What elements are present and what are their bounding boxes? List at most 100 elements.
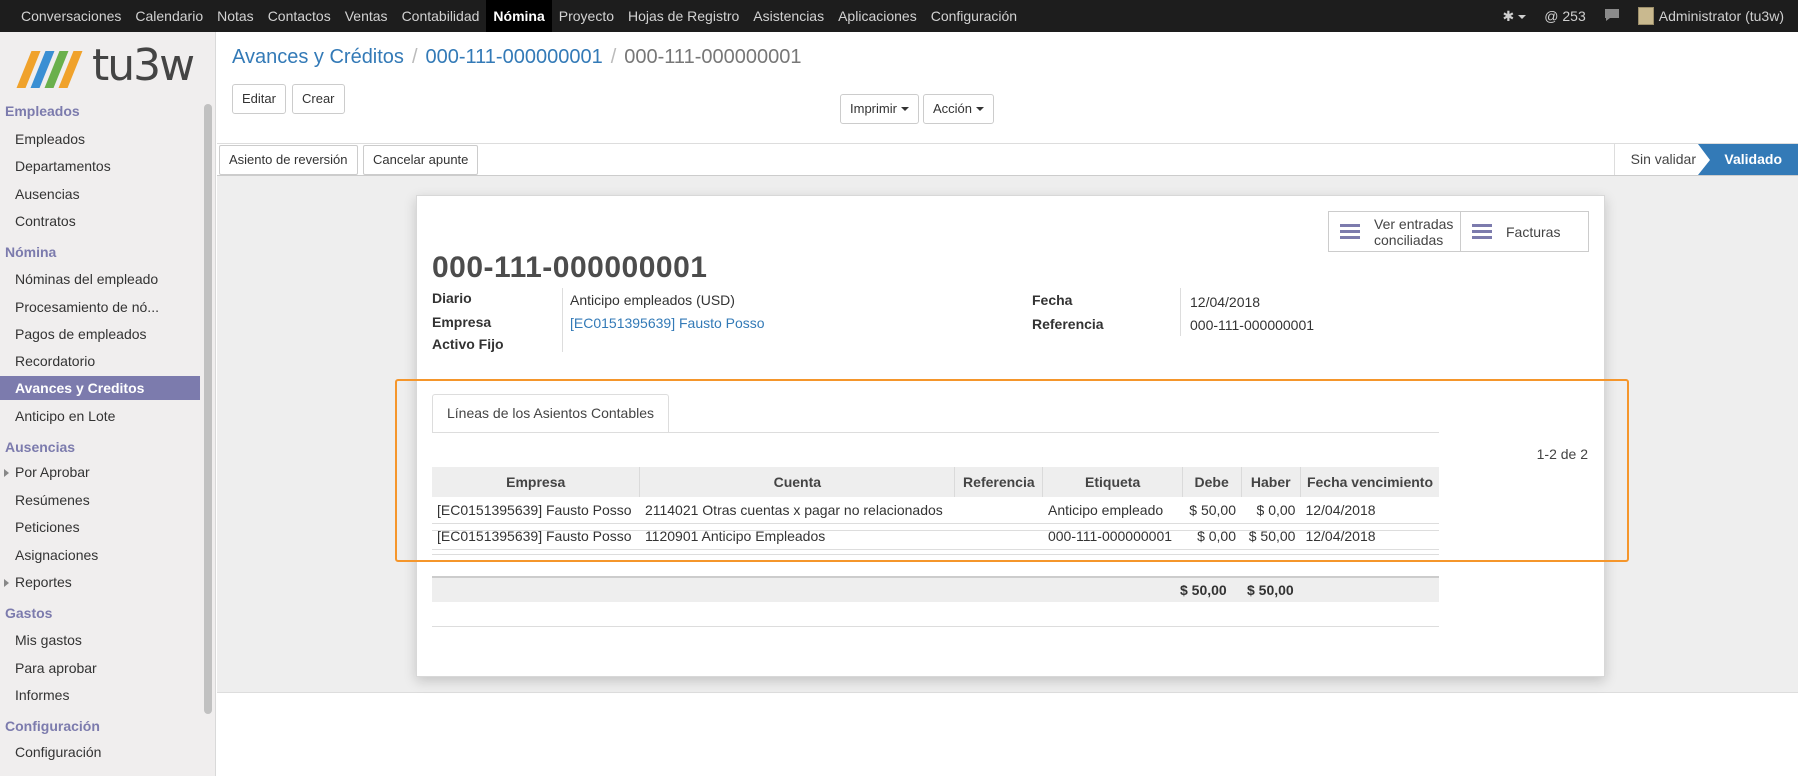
cell-referencia bbox=[954, 523, 1043, 550]
avatar bbox=[1637, 7, 1654, 25]
sidebar-item-nominas-empleado[interactable]: Nóminas del empleado bbox=[15, 271, 158, 287]
sidebar-item-asignaciones[interactable]: Asignaciones bbox=[15, 547, 98, 563]
empty-row bbox=[432, 530, 1439, 531]
reconciled-label-2: conciliadas bbox=[1374, 231, 1444, 248]
action-label: Acción bbox=[933, 101, 973, 116]
chevron-down-icon bbox=[1518, 14, 1527, 19]
breadcrumb-root[interactable]: Avances y Créditos bbox=[232, 46, 404, 68]
breadcrumb-separator: / bbox=[411, 46, 418, 68]
cell-debe: $ 0,00 bbox=[1182, 523, 1242, 550]
app-menu: Conversaciones Calendario Notas Contacto… bbox=[0, 0, 1024, 32]
cell-referencia bbox=[954, 497, 1043, 524]
menu-proyecto[interactable]: Proyecto bbox=[552, 0, 621, 32]
create-button[interactable]: Crear bbox=[292, 84, 345, 114]
table-header: Empresa Cuenta Referencia Etiqueta Debe … bbox=[432, 467, 1439, 497]
sidebar-item-pagos[interactable]: Pagos de empleados bbox=[15, 326, 147, 342]
menu-aplicaciones[interactable]: Aplicaciones bbox=[831, 0, 924, 32]
record-title: 000-111-000000001 bbox=[432, 251, 708, 284]
sidebar-item-configuracion[interactable]: Configuración bbox=[15, 744, 101, 760]
status-posted[interactable]: Validado bbox=[1698, 144, 1798, 175]
total-haber: $ 50,00 bbox=[1247, 582, 1294, 598]
menu-notas[interactable]: Notas bbox=[210, 0, 261, 32]
form-sheet: Ver entradas conciliadas Facturas 000-11… bbox=[416, 195, 1605, 677]
company-logo: tu3w bbox=[16, 40, 196, 92]
sidebar-item-por-aprobar[interactable]: Por Aprobar bbox=[15, 464, 90, 480]
sidebar-item-recordatorio[interactable]: Recordatorio bbox=[15, 353, 95, 369]
menu-asistencias[interactable]: Asistencias bbox=[746, 0, 831, 32]
menu-nomina[interactable]: Nómina bbox=[486, 0, 552, 32]
statusbar: Asiento de reversión Cancelar apunte Sin… bbox=[217, 144, 1798, 176]
cell-etiqueta: 000-111-000000001 bbox=[1042, 523, 1183, 550]
journal-lines-table: Empresa Cuenta Referencia Etiqueta Debe … bbox=[432, 467, 1439, 550]
menu-calendario[interactable]: Calendario bbox=[128, 0, 210, 32]
table-row[interactable]: [EC0151395639] Fausto Posso 1120901 Anti… bbox=[432, 523, 1439, 550]
reconciled-entries-button[interactable]: Ver entradas conciliadas bbox=[1329, 212, 1460, 251]
cell-haber: $ 50,00 bbox=[1241, 523, 1301, 550]
sidebar-item-empleados[interactable]: Empleados bbox=[15, 131, 85, 147]
sidebar-item-departamentos[interactable]: Departamentos bbox=[15, 158, 111, 174]
sidebar-item-informes[interactable]: Informes bbox=[15, 687, 69, 703]
tab-journal-lines[interactable]: Líneas de los Asientos Contables bbox=[432, 394, 670, 433]
tab-divider bbox=[432, 432, 1439, 433]
sidebar-item-reportes[interactable]: Reportes bbox=[15, 574, 72, 590]
value-empresa[interactable]: [EC0151395639] Fausto Posso bbox=[570, 315, 765, 331]
invoices-button[interactable]: Facturas bbox=[1460, 212, 1588, 251]
edit-button[interactable]: Editar bbox=[232, 84, 286, 114]
pager[interactable]: 1-2 de 2 bbox=[1537, 446, 1588, 462]
status-draft[interactable]: Sin validar bbox=[1613, 144, 1712, 175]
label-fecha: Fecha bbox=[1032, 292, 1073, 308]
menu-hojas-registro[interactable]: Hojas de Registro bbox=[621, 0, 746, 32]
value-fecha: 12/04/2018 bbox=[1190, 294, 1261, 310]
col-empresa[interactable]: Empresa bbox=[432, 467, 640, 497]
print-label: Imprimir bbox=[850, 101, 897, 116]
label-referencia: Referencia bbox=[1032, 316, 1104, 332]
expand-icon[interactable] bbox=[4, 469, 9, 477]
sidebar-scrollbar[interactable] bbox=[204, 104, 212, 714]
menu-contactos[interactable]: Contactos bbox=[261, 0, 338, 32]
section-gastos: Gastos bbox=[5, 605, 53, 621]
sidebar-item-ausencias[interactable]: Ausencias bbox=[15, 186, 80, 202]
print-dropdown[interactable]: Imprimir bbox=[840, 94, 919, 124]
sidebar-item-procesamiento[interactable]: Procesamiento de nó... bbox=[15, 299, 159, 315]
bug-icon: ✱ bbox=[1502, 7, 1515, 24]
cell-cuenta: 2114021 Otras cuentas x pagar no relacio… bbox=[639, 497, 955, 524]
col-referencia[interactable]: Referencia bbox=[954, 467, 1043, 497]
col-haber[interactable]: Haber bbox=[1240, 467, 1301, 497]
menu-configuracion[interactable]: Configuración bbox=[924, 0, 1024, 32]
user-menu[interactable]: Administrator (tu3w) bbox=[1637, 7, 1784, 25]
label-diario: Diario bbox=[432, 290, 472, 306]
sidebar-item-para-aprobar[interactable]: Para aprobar bbox=[15, 660, 97, 676]
form-area: Ver entradas conciliadas Facturas 000-11… bbox=[217, 176, 1798, 693]
total-debe: $ 50,00 bbox=[1180, 582, 1227, 598]
table-row[interactable]: [EC0151395639] Fausto Posso 2114021 Otra… bbox=[432, 497, 1439, 524]
sidebar-item-anticipo-lote[interactable]: Anticipo en Lote bbox=[15, 408, 115, 424]
col-fecha-vencimiento[interactable]: Fecha vencimiento bbox=[1299, 467, 1439, 497]
reverse-entry-button[interactable]: Asiento de reversión bbox=[219, 145, 358, 175]
cell-haber: $ 0,00 bbox=[1241, 497, 1301, 524]
sidebar: tu3w Empleados Empleados Departamentos A… bbox=[0, 32, 216, 776]
menu-ventas[interactable]: Ventas bbox=[338, 0, 395, 32]
breadcrumb-middle[interactable]: 000-111-000000001 bbox=[426, 46, 603, 68]
col-cuenta[interactable]: Cuenta bbox=[639, 467, 955, 497]
sidebar-item-contratos[interactable]: Contratos bbox=[15, 213, 76, 229]
cell-debe: $ 50,00 bbox=[1182, 497, 1242, 524]
sidebar-item-peticiones[interactable]: Peticiones bbox=[15, 519, 80, 535]
menu-contabilidad[interactable]: Contabilidad bbox=[395, 0, 487, 32]
debug-menu[interactable]: ✱ bbox=[1503, 8, 1527, 25]
col-etiqueta[interactable]: Etiqueta bbox=[1042, 467, 1183, 497]
cell-etiqueta: Anticipo empleado bbox=[1042, 497, 1183, 524]
sidebar-item-avances[interactable]: Avances y Creditos bbox=[0, 376, 200, 400]
expand-icon[interactable] bbox=[4, 579, 9, 587]
sidebar-item-mis-gastos[interactable]: Mis gastos bbox=[15, 632, 82, 648]
cell-empresa: [EC0151395639] Fausto Posso bbox=[432, 497, 640, 524]
menu-conversaciones[interactable]: Conversaciones bbox=[14, 0, 128, 32]
label-activo-fijo: Activo Fijo bbox=[432, 336, 504, 352]
notifications-counter[interactable]: @ 253 bbox=[1544, 8, 1585, 24]
top-navbar: Conversaciones Calendario Notas Contacto… bbox=[0, 0, 1798, 32]
col-debe[interactable]: Debe bbox=[1181, 467, 1242, 497]
section-ausencias: Ausencias bbox=[5, 439, 76, 455]
action-dropdown[interactable]: Acción bbox=[923, 94, 995, 124]
sidebar-item-resumenes[interactable]: Resúmenes bbox=[15, 492, 90, 508]
chat-icon[interactable] bbox=[1604, 8, 1620, 25]
cancel-entry-button[interactable]: Cancelar apunte bbox=[363, 145, 479, 175]
